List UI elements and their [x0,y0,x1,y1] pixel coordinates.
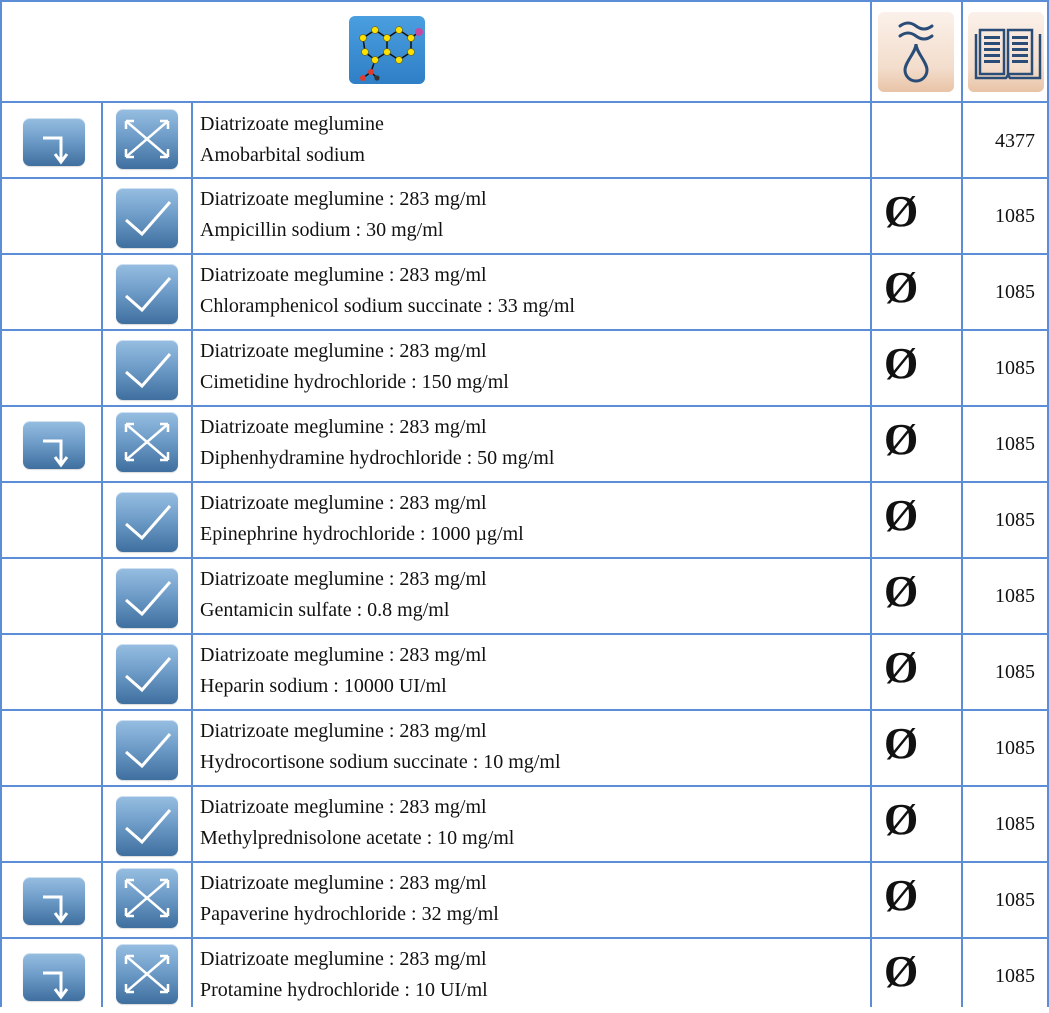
reference-number[interactable]: 1085 [995,430,1035,458]
empty-set-symbol: Ø [884,871,919,920]
table-row: Diatrizoate meglumine : 283 mg/ml Gentam… [0,558,1049,631]
table-row: Diatrizoate meglumine : 283 mg/ml Protam… [0,938,1049,1011]
drug-1: Diatrizoate meglumine : 283 mg/ml [200,492,487,514]
open-book-icon[interactable] [968,12,1044,92]
grid-line [961,0,963,1007]
drug-1: Diatrizoate meglumine : 283 mg/ml [200,340,487,362]
grid-line [0,253,1049,255]
incompatible-button[interactable] [116,412,178,472]
drug-2: Epinephrine hydrochloride : 1000 µg/ml [200,523,524,545]
reference-number[interactable]: 1085 [995,658,1035,686]
molecule-structure-icon[interactable] [349,16,425,84]
grid-line [0,709,1049,711]
drug-1: Diatrizoate meglumine : 283 mg/ml [200,796,487,818]
compatible-button[interactable] [116,188,178,248]
drug-1: Diatrizoate meglumine : 283 mg/ml [200,644,487,666]
route-button[interactable] [23,118,85,166]
drug-2: Chloramphenicol sodium succinate : 33 mg… [200,295,575,317]
drug-1: Diatrizoate meglumine : 283 mg/ml [200,872,487,894]
table-row: Diatrizoate meglumine : 283 mg/ml Diphen… [0,406,1049,479]
empty-set-symbol: Ø [884,263,919,312]
drug-2: Cimetidine hydrochloride : 150 mg/ml [200,371,509,393]
table-row: Diatrizoate meglumine : 283 mg/ml Methyl… [0,786,1049,859]
route-button[interactable] [23,421,85,469]
empty-set-symbol: Ø [884,187,919,236]
solubility-drop-icon[interactable] [878,12,954,92]
empty-set-symbol: Ø [884,339,919,388]
reference-number[interactable]: 1085 [995,202,1035,230]
grid-line [0,633,1049,635]
drug-1: Diatrizoate meglumine : 283 mg/ml [200,568,487,590]
reference-number[interactable]: 1085 [995,886,1035,914]
table-row: Diatrizoate meglumine : 283 mg/ml Ampici… [0,178,1049,251]
drug-1: Diatrizoate meglumine : 283 mg/ml [200,188,487,210]
grid-line [0,557,1049,559]
reference-number[interactable]: 4377 [995,127,1035,155]
drug-2: Amobarbital sodium [200,144,365,166]
reference-number[interactable]: 1085 [995,278,1035,306]
incompatible-button[interactable] [116,944,178,1004]
incompatible-button[interactable] [116,109,178,169]
drug-1: Diatrizoate meglumine : 283 mg/ml [200,948,487,970]
compatible-button[interactable] [116,568,178,628]
compatible-button[interactable] [116,264,178,324]
grid-line [101,101,103,1007]
drug-2: Papaverine hydrochloride : 32 mg/ml [200,903,499,925]
header-row [0,0,1049,101]
empty-set-symbol: Ø [884,491,919,540]
empty-set-symbol: Ø [884,719,919,768]
table-row: Diatrizoate meglumine : 283 mg/ml Epinep… [0,482,1049,555]
table-row: Diatrizoate meglumine : 283 mg/ml Chlora… [0,254,1049,327]
grid-line [0,177,1049,179]
grid-line [0,861,1049,863]
reference-number[interactable]: 1085 [995,810,1035,838]
grid-line [191,101,193,1007]
drug-2: Protamine hydrochloride : 10 UI/ml [200,979,488,1001]
route-button[interactable] [23,953,85,1001]
compatible-button[interactable] [116,796,178,856]
table-row: Diatrizoate meglumine : 283 mg/ml Hepari… [0,634,1049,707]
compatible-button[interactable] [116,340,178,400]
table-row: Diatrizoate meglumine : 283 mg/ml Hydroc… [0,710,1049,783]
grid-line [0,101,1049,103]
drug-2: Ampicillin sodium : 30 mg/ml [200,219,444,241]
table-row: Diatrizoate meglumine Amobarbital sodium… [0,103,1049,176]
drug-2: Methylprednisolone acetate : 10 mg/ml [200,827,515,849]
empty-set-symbol: Ø [884,947,919,996]
route-button[interactable] [23,877,85,925]
drug-1: Diatrizoate meglumine : 283 mg/ml [200,416,487,438]
reference-number[interactable]: 1085 [995,582,1035,610]
reference-number[interactable]: 1085 [995,962,1035,990]
incompatible-button[interactable] [116,868,178,928]
grid-line [0,0,1049,2]
compatible-button[interactable] [116,720,178,780]
empty-set-symbol: Ø [884,795,919,844]
grid-line [0,481,1049,483]
drug-2: Diphenhydramine hydrochloride : 50 mg/ml [200,447,555,469]
empty-set-symbol: Ø [884,643,919,692]
grid-line [0,0,2,1007]
reference-number[interactable]: 1085 [995,354,1035,382]
empty-set-symbol: Ø [884,415,919,464]
compatible-button[interactable] [116,492,178,552]
grid-line [0,785,1049,787]
grid-line [0,937,1049,939]
empty-set-symbol: Ø [884,567,919,616]
drug-2: Gentamicin sulfate : 0.8 mg/ml [200,599,450,621]
drug-1: Diatrizoate meglumine : 283 mg/ml [200,264,487,286]
grid-line [0,329,1049,331]
table-row: Diatrizoate meglumine : 283 mg/ml Papave… [0,862,1049,935]
grid-line [870,0,872,1007]
drug-2: Heparin sodium : 10000 UI/ml [200,675,447,697]
compatible-button[interactable] [116,644,178,704]
grid-line [0,405,1049,407]
drug-2: Hydrocortisone sodium succinate : 10 mg/… [200,751,561,773]
drug-1: Diatrizoate meglumine [200,113,384,135]
drug-1: Diatrizoate meglumine : 283 mg/ml [200,720,487,742]
table-row: Diatrizoate meglumine : 283 mg/ml Cimeti… [0,330,1049,403]
reference-number[interactable]: 1085 [995,734,1035,762]
reference-number[interactable]: 1085 [995,506,1035,534]
compatibility-table: Diatrizoate meglumine Amobarbital sodium… [0,0,1049,1007]
